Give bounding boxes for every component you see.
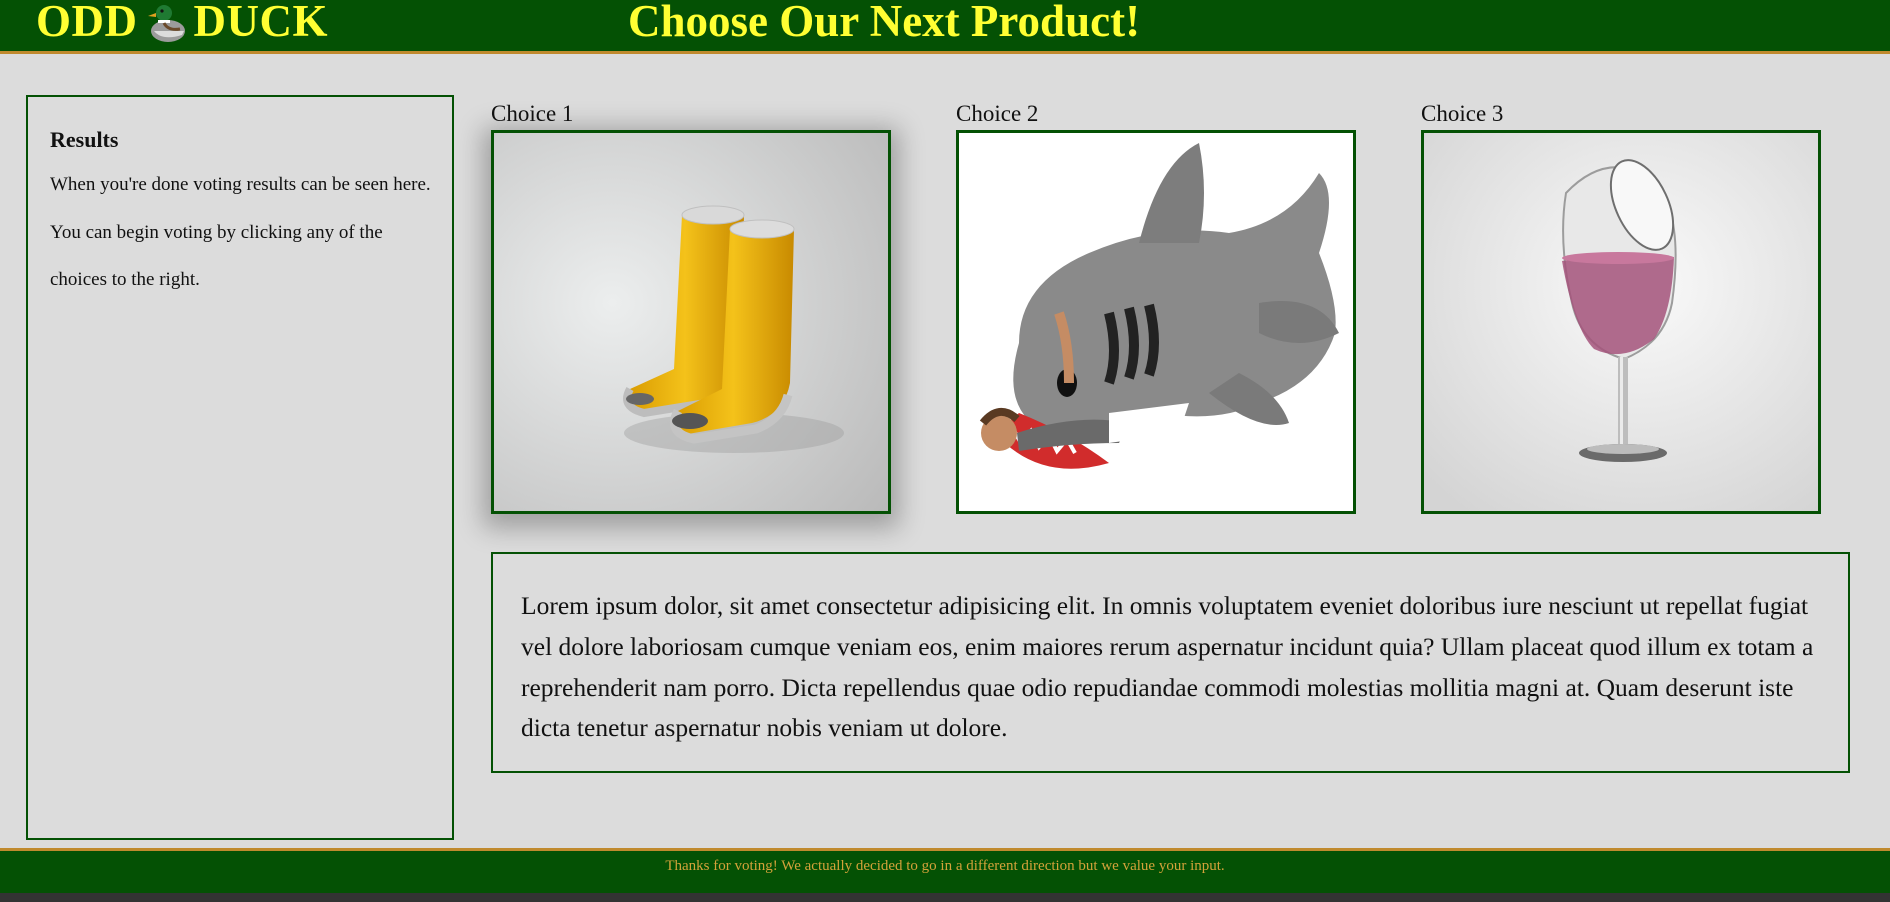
logo-text-odd: ODD <box>36 0 138 46</box>
description-text: Lorem ipsum dolor, sit amet consectetur … <box>521 591 1814 743</box>
site-footer: Thanks for voting! We actually decided t… <box>0 848 1890 893</box>
footer-text: Thanks for voting! We actually decided t… <box>665 858 1225 874</box>
choice-2-image[interactable] <box>956 130 1356 514</box>
choice-3-image[interactable] <box>1421 130 1821 514</box>
results-instructions: When you're done voting results can be s… <box>50 174 431 290</box>
site-header: ODD DUCK Choose Our Next Product! <box>0 0 1890 54</box>
choice-2-label: Choice 2 <box>956 101 1039 126</box>
choice-3: Choice 3 <box>1421 100 1821 514</box>
choice-1-label: Choice 1 <box>491 101 574 126</box>
choice-1-image[interactable] <box>491 130 891 514</box>
results-panel: Results When you're done voting results … <box>26 95 454 840</box>
page-title: Choose Our Next Product! <box>628 0 1141 46</box>
bottom-bar <box>0 893 1890 902</box>
logo-text-duck: DUCK <box>193 0 328 46</box>
results-heading: Results <box>50 127 119 152</box>
site-logo[interactable]: ODD DUCK <box>36 0 328 46</box>
choice-3-label: Choice 3 <box>1421 101 1504 126</box>
duck-icon <box>142 1 190 45</box>
product-description: Lorem ipsum dolor, sit amet consectetur … <box>491 552 1850 773</box>
choice-2: Choice 2 <box>956 100 1356 514</box>
choice-1: Choice 1 <box>491 100 891 514</box>
